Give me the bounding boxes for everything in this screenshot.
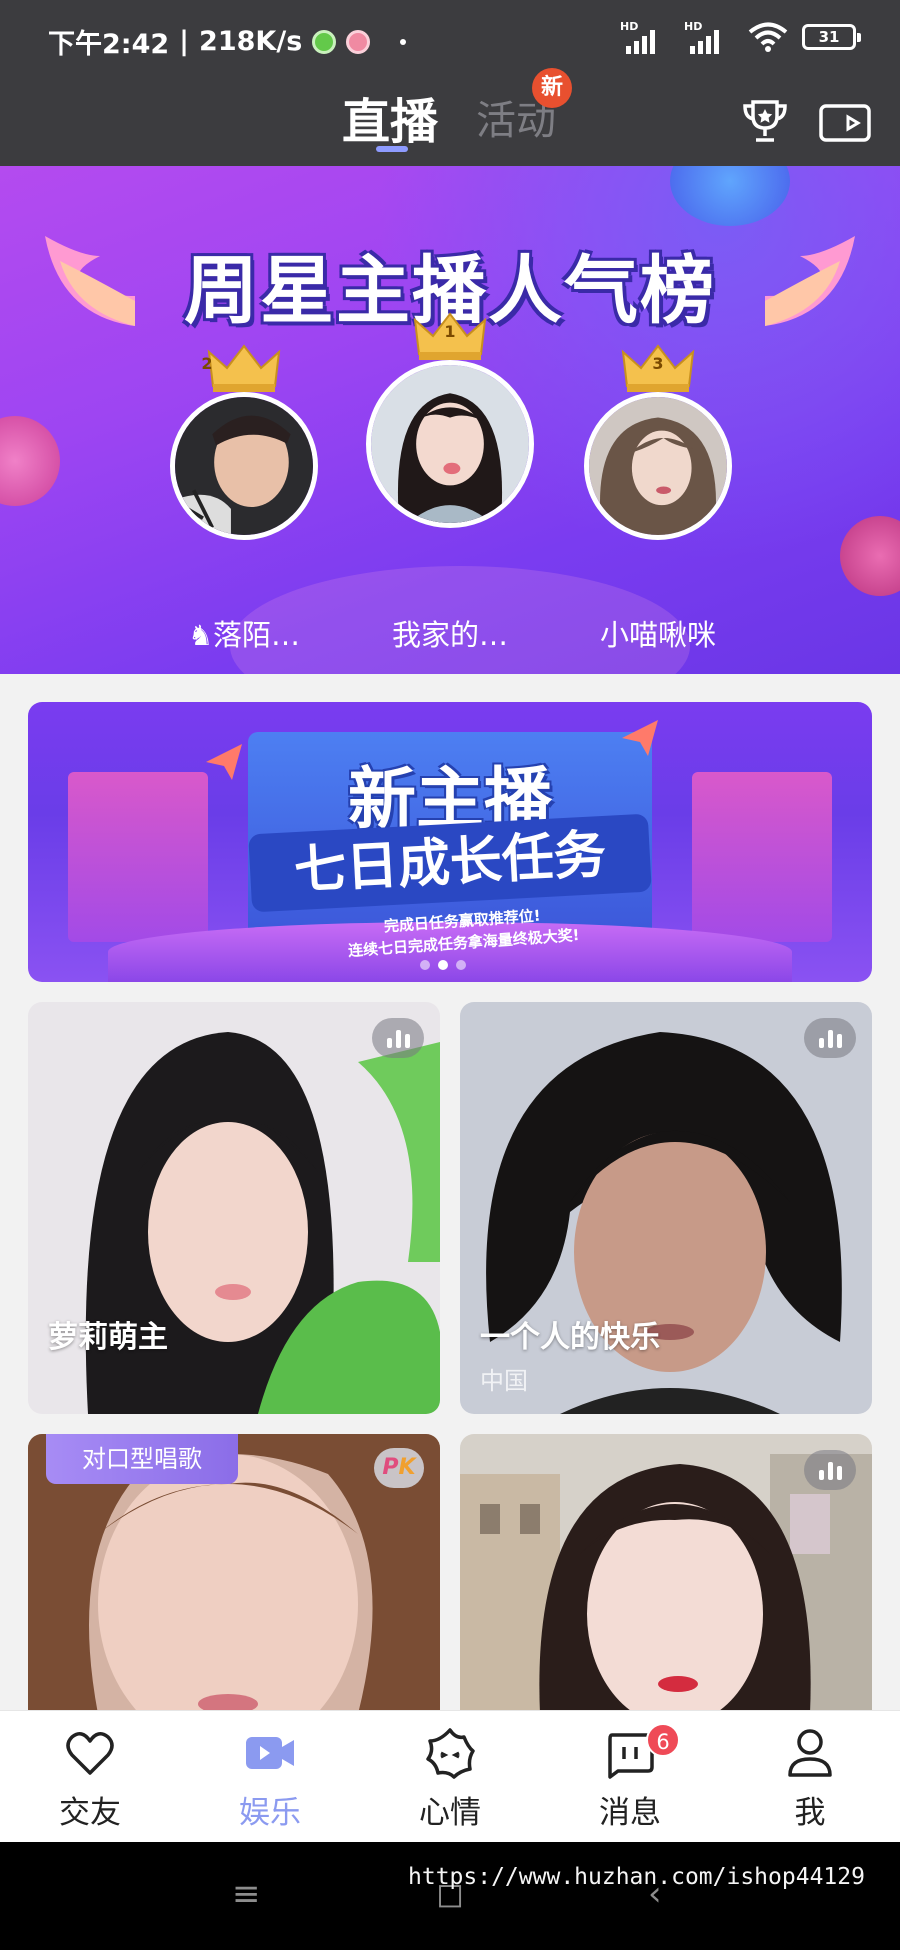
app-notification-icon	[312, 29, 337, 54]
nav-label: 消息	[599, 1795, 661, 1831]
menu-key[interactable]: ≡	[232, 1874, 261, 1914]
wifi-icon	[748, 22, 788, 52]
live-status-icon	[372, 1018, 424, 1058]
knight-icon: ♞	[187, 619, 214, 652]
status-left: 下午2:42 | 218K/s	[48, 22, 407, 61]
nav-label: 心情	[419, 1795, 481, 1831]
rank-3-name[interactable]: 小喵啾咪	[558, 612, 758, 654]
stream-location: 中国	[480, 1367, 528, 1395]
more-notifications-icon	[400, 38, 407, 45]
nav-label: 娱乐	[239, 1795, 301, 1831]
rank-number: 2	[201, 354, 213, 373]
status-net-speed: 218K/s	[199, 26, 303, 57]
carousel-dot	[456, 960, 466, 970]
decor-bubble	[840, 516, 900, 596]
active-tab-indicator	[376, 146, 408, 152]
cell-signal-icon: HD	[620, 20, 670, 54]
nav-item-me[interactable]: 我	[720, 1711, 900, 1843]
status-bar: 下午2:42 | 218K/s HD HD 31	[0, 0, 900, 78]
status-time: 下午2:42	[48, 29, 170, 60]
cell-signal-icon-2: HD	[684, 20, 734, 54]
live-stream-card[interactable]: 一个人的快乐 中国	[460, 1002, 872, 1414]
carousel-dot-active	[438, 960, 448, 970]
video-camera-icon[interactable]	[818, 98, 872, 146]
top-tabs: 直播 活动 新	[0, 68, 900, 166]
nav-item-friends[interactable]: 交友	[0, 1711, 180, 1843]
avatar	[584, 392, 732, 540]
heart-icon	[66, 1732, 114, 1775]
nav-item-mood[interactable]: 心情	[360, 1711, 540, 1843]
carousel-dot	[420, 960, 430, 970]
rank-1-name[interactable]: 我家的…	[350, 612, 550, 654]
trophy-icon[interactable]	[740, 96, 790, 146]
rank-number: 1	[444, 322, 456, 341]
battery-icon: 31	[802, 24, 861, 50]
bottom-navigation: 交友 娱乐 心情 6 消息 我	[0, 1710, 900, 1842]
watermark-text: https://www.huzhan.com/ishop44129	[408, 1864, 865, 1890]
unread-count-badge: 6	[646, 1723, 680, 1757]
podium-rank-2[interactable]: 2	[170, 344, 318, 540]
tab-live[interactable]: 直播	[342, 82, 438, 152]
live-status-icon	[804, 1450, 856, 1490]
new-badge: 新	[532, 68, 572, 108]
nav-label: 我	[794, 1795, 826, 1831]
weekly-star-ranking-banner[interactable]: 周星主播人气榜 2 1 3 ♞落陌… 我家的… 小喵啾咪	[0, 166, 900, 674]
rank-2-name[interactable]: ♞落陌…	[144, 612, 344, 654]
podium-rank-3[interactable]: 3	[584, 344, 732, 540]
podium-rank-1[interactable]: 1	[366, 312, 534, 528]
live-status-icon	[804, 1018, 856, 1058]
profile-icon	[788, 1729, 832, 1777]
carousel-indicator	[420, 960, 466, 970]
new-anchor-task-banner[interactable]: 新主播 七日成长任务 完成日任务赢取推荐位! 连续七日完成任务拿海量终极大奖!	[28, 702, 872, 982]
live-stream-card[interactable]	[460, 1434, 872, 1714]
mood-face-icon	[426, 1728, 475, 1779]
stream-category-tag: 对口型唱歌	[46, 1434, 238, 1484]
status-right: HD HD 31	[620, 20, 861, 54]
nav-item-messages[interactable]: 6 消息	[540, 1711, 720, 1843]
live-stream-card[interactable]: 萝莉萌主	[28, 1002, 440, 1414]
live-stream-card[interactable]: 对口型唱歌 PK	[28, 1434, 440, 1714]
system-navigation-bar: ≡ ◻ ‹	[0, 1842, 900, 1950]
stream-title: 一个人的快乐	[480, 1320, 660, 1355]
app-header: 下午2:42 | 218K/s HD HD 31 直播 活动 新	[0, 0, 900, 166]
pk-badge: PK	[374, 1448, 424, 1488]
video-icon	[246, 1737, 294, 1769]
avatar	[366, 360, 534, 528]
stream-title: 萝莉萌主	[48, 1320, 168, 1355]
nav-label: 交友	[59, 1795, 121, 1831]
nav-item-entertainment[interactable]: 娱乐	[180, 1711, 360, 1843]
decor-bubble	[0, 416, 60, 506]
rank-number: 3	[652, 354, 664, 373]
app-notification-icon-2	[346, 29, 371, 54]
avatar	[170, 392, 318, 540]
